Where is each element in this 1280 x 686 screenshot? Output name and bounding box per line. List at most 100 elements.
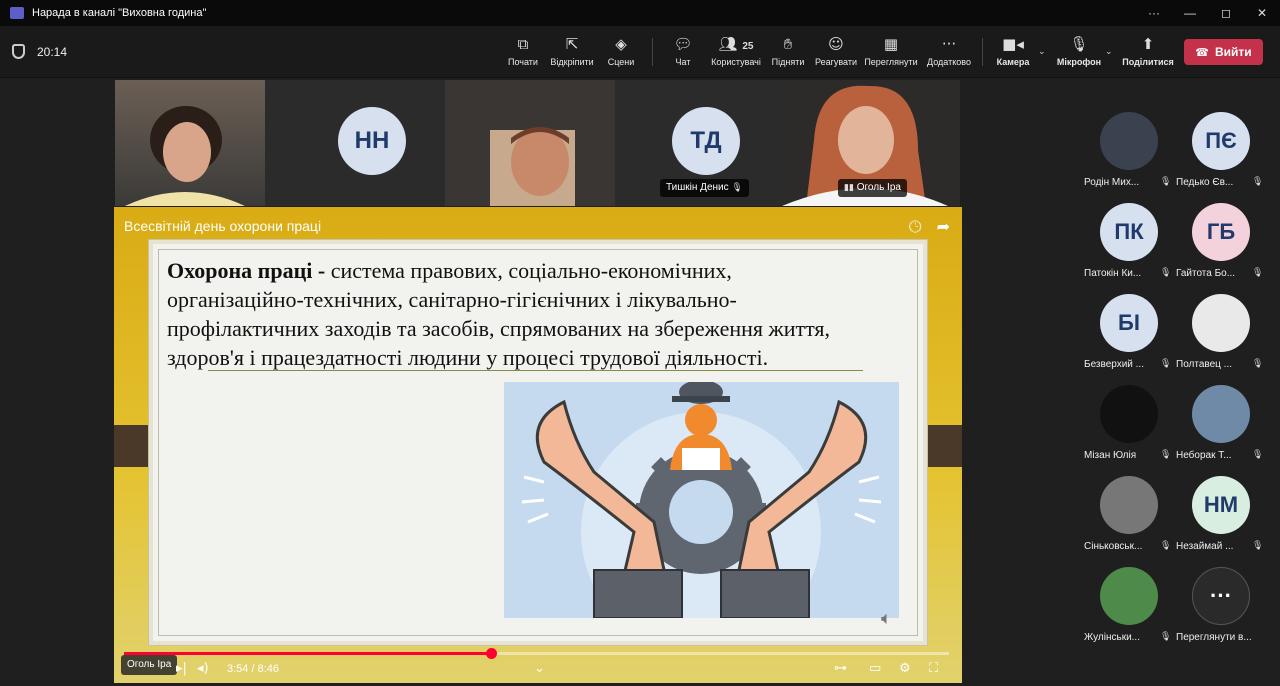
camera-button[interactable]: ■◂ Камера — [994, 34, 1032, 67]
settings-gear-icon[interactable]: ⚙ — [899, 661, 911, 676]
window-titlebar: Нарада в каналі "Виховна година" ··· — ◻… — [0, 0, 1280, 26]
participant-nameplate: Тишкін Денис 🎙︎ — [660, 179, 749, 197]
participant-name: Патокін Ки... — [1084, 268, 1142, 279]
participants-button[interactable]: 👥︎ 25 Користувачі — [708, 34, 764, 67]
video-tile-nn[interactable]: НН — [265, 80, 425, 206]
pop-out-button[interactable]: ⇱ Відкріпити — [549, 34, 595, 67]
mic-off-icon: 🎙︎ — [731, 183, 743, 193]
more-button[interactable]: ··· Додатково — [925, 34, 973, 67]
video-header-icons: 🕒︎ ➦ — [899, 217, 950, 237]
maximize-icon[interactable]: ◻ — [1208, 0, 1244, 26]
video-tile-student[interactable] — [445, 80, 615, 206]
meeting-timer: 20:14 — [37, 45, 68, 59]
raise-hand-button[interactable]: ✋︎ Підняти — [770, 34, 806, 67]
teams-app-icon — [10, 7, 24, 19]
hand-icon: ✋︎ — [783, 35, 793, 53]
participant-name: Безверхий ... — [1084, 359, 1144, 370]
window-more-icon[interactable]: ··· — [1136, 0, 1172, 26]
window-controls: ··· — ◻ ✕ — [1136, 0, 1280, 26]
avatar: ПЄ — [1192, 112, 1250, 170]
camera-icon: ■◂ — [1002, 35, 1024, 53]
participant-item[interactable]: ПЄ Педько Єв... 🎙︎ — [1174, 108, 1266, 198]
react-button[interactable]: ☺ Реагувати — [814, 34, 858, 67]
safety-illustration — [504, 382, 899, 618]
autoplay-toggle-icon[interactable]: ⊶ — [834, 661, 847, 676]
participant-nameplate: ▮▮ Оголь Іра — [838, 179, 907, 197]
shared-content[interactable]: Всесвітній день охорони праці 🕒︎ ➦ Охоро… — [114, 207, 962, 683]
participant-item[interactable]: ГБ Гайтота Бо... 🎙︎ — [1174, 199, 1266, 289]
avatar: ПК — [1100, 203, 1158, 261]
mic-off-icon: 🎙︎ — [1252, 541, 1264, 551]
mic-off-icon: 🎙︎ — [1160, 632, 1172, 642]
microphone-button[interactable]: 🎙︎ Мікрофон — [1055, 34, 1103, 67]
avatar — [1100, 385, 1158, 443]
slide: Охорона праці - система правових, соціал… — [149, 240, 927, 645]
participant-item[interactable]: НМ Незаймай ... 🎙︎ — [1174, 472, 1266, 562]
video-controls: ▸| ◂) 3:54 / 8:46 ⌄ ⊶ ▭ ⚙ ⛶ — [114, 659, 962, 681]
volume-icon[interactable]: ◂) — [197, 661, 209, 676]
view-button[interactable]: ▦ Переглянути — [864, 34, 918, 67]
share-button[interactable]: ⬆ Поділитися — [1122, 34, 1174, 67]
leave-button[interactable]: ☎ Вийти — [1184, 39, 1263, 65]
pop-out-icon: ⇱ — [565, 35, 579, 53]
mic-options-chevron-icon[interactable]: ⌄ — [1105, 46, 1113, 57]
minimize-icon[interactable]: — — [1172, 0, 1208, 26]
scenes-button[interactable]: ◈ Сцени — [604, 34, 638, 67]
record-button[interactable]: ⧉ Почати — [504, 34, 542, 67]
speaking-icon: ▮▮ — [844, 183, 854, 193]
mic-off-icon: 🎙︎ — [1160, 359, 1172, 369]
video-tile-tishkin[interactable]: ТД Тишкін Денис 🎙︎ — [635, 80, 795, 206]
video-progress-handle[interactable] — [486, 648, 498, 659]
slide-text: Охорона праці - система правових, соціал… — [167, 256, 867, 372]
avatar — [1100, 567, 1158, 625]
close-icon[interactable]: ✕ — [1244, 0, 1280, 26]
chat-icon: 💬︎ — [673, 35, 693, 53]
participant-name: Переглянути в... — [1176, 632, 1252, 643]
toolbar-divider — [982, 38, 983, 66]
participant-item[interactable]: Сіньковськ... 🎙︎ — [1082, 472, 1174, 562]
participant-name: Родін Мих... — [1084, 177, 1140, 188]
participant-name: Полтавец ... — [1176, 359, 1232, 370]
mic-off-icon: 🎙︎ — [1252, 177, 1264, 187]
subtitles-icon[interactable]: ▭ — [869, 661, 881, 676]
meeting-toolbar: 20:14 ⧉ Почати ⇱ Відкріпити ◈ Сцени 💬︎ Ч… — [0, 26, 1280, 78]
participant-item[interactable]: Неборак Т... 🎙︎ — [1174, 381, 1266, 471]
participant-video — [125, 106, 245, 206]
camera-options-chevron-icon[interactable]: ⌄ — [1038, 46, 1046, 57]
participant-item[interactable]: Полтавец ... 🎙︎ — [1174, 290, 1266, 380]
people-icon: 👥︎ 25 — [718, 35, 754, 53]
participant-item[interactable]: БІ Безверхий ... 🎙︎ — [1082, 290, 1174, 380]
participants-count: 25 — [742, 41, 754, 52]
avatar: ГБ — [1192, 203, 1250, 261]
video-time: 3:54 / 8:46 — [227, 663, 279, 675]
participant-item[interactable]: Мізан Юлія 🎙︎ — [1082, 381, 1174, 471]
avatar — [1192, 385, 1250, 443]
mic-off-icon: 🎙︎ — [1160, 268, 1172, 278]
avatar: НН — [338, 107, 406, 175]
participant-item[interactable]: ПК Патокін Ки... 🎙︎ — [1082, 199, 1174, 289]
share-arrow-icon[interactable]: ➦ — [937, 217, 950, 236]
next-icon[interactable]: ▸| — [176, 661, 187, 676]
avatar — [1100, 476, 1158, 534]
chevron-down-icon[interactable]: ⌄ — [534, 661, 545, 676]
participant-item[interactable]: Родін Мих... 🎙︎ — [1082, 108, 1174, 198]
participant-item[interactable]: ··· Переглянути в... — [1174, 563, 1266, 653]
slide-underline — [208, 370, 863, 371]
mic-off-icon: 🎙︎ — [1160, 177, 1172, 187]
video-tile-ogol[interactable]: ▮▮ Оголь Іра — [778, 80, 960, 206]
speaker-icon: 🔈︎ — [881, 608, 892, 629]
more-icon: ··· — [941, 35, 957, 53]
participant-name: Неборак Т... — [1176, 450, 1232, 461]
participant-name: Незаймай ... — [1176, 541, 1234, 552]
watch-later-icon[interactable]: 🕒︎ — [909, 217, 922, 236]
fullscreen-icon[interactable]: ⛶ — [929, 661, 938, 676]
share-screen-icon: ⬆ — [1141, 35, 1155, 53]
video-strip: НН ТД Тишкін Денис 🎙︎ ▮▮ Оголь Іра — [115, 80, 960, 206]
avatar: ТД — [672, 107, 740, 175]
chat-button[interactable]: 💬︎ Чат — [668, 34, 698, 67]
participant-name: Гайтота Бо... — [1176, 268, 1236, 279]
video-tile-teacher[interactable] — [115, 80, 265, 206]
mic-off-icon: 🎙︎ — [1160, 541, 1172, 551]
participant-item[interactable]: Жулінськи... 🎙︎ — [1082, 563, 1174, 653]
video-progress-bar[interactable] — [124, 648, 949, 659]
